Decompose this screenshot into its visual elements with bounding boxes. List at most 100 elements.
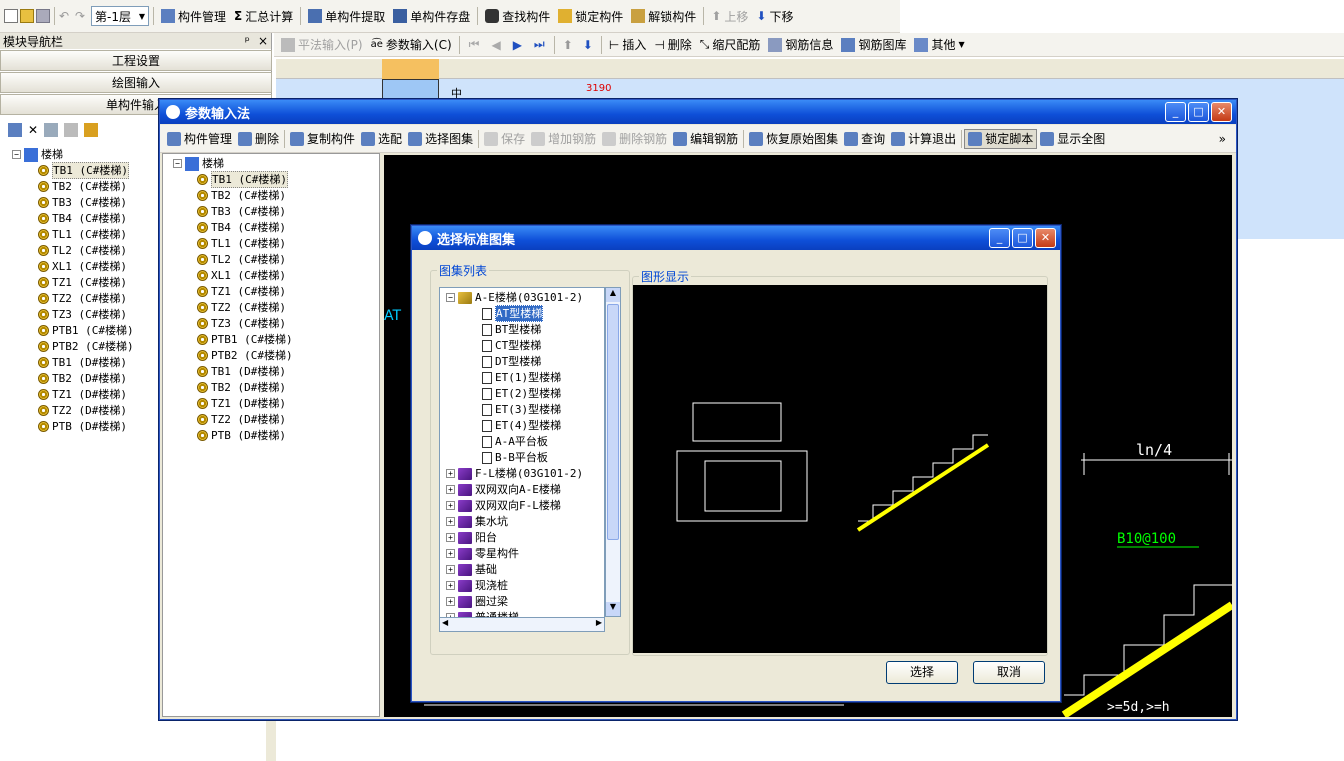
- atlas-group[interactable]: + 双网双向F-L楼梯: [446, 498, 561, 513]
- section-drawing-input[interactable]: 绘图输入: [0, 72, 272, 93]
- expand-icon[interactable]: +: [446, 581, 455, 590]
- dialog-minimize-button[interactable]: _: [989, 228, 1010, 248]
- left-tree-item[interactable]: TB1 (D#楼梯): [38, 355, 127, 370]
- find-component-button[interactable]: 查找构件: [482, 6, 553, 26]
- unlock-component-button[interactable]: 解锁构件: [628, 6, 699, 26]
- delete-icon[interactable]: ✕: [28, 123, 38, 137]
- list-icon[interactable]: [8, 123, 22, 137]
- delete-rebar-button[interactable]: 删除钢筋: [599, 129, 670, 149]
- more-chevron-icon[interactable]: »: [1219, 132, 1226, 146]
- rebar-info-button[interactable]: 钢筋信息: [765, 35, 836, 55]
- move-up-button[interactable]: ⬆ 上移: [708, 6, 751, 26]
- atlas-item[interactable]: B-B平台板: [482, 450, 548, 465]
- atlas-item[interactable]: ET(4)型楼梯: [482, 418, 561, 433]
- single-save-button[interactable]: 单构件存盘: [390, 6, 473, 26]
- atlas-group[interactable]: + 集水坑: [446, 514, 508, 529]
- cancel-button[interactable]: 取消: [973, 661, 1045, 684]
- minimize-button[interactable]: _: [1165, 102, 1186, 122]
- atlas-item[interactable]: ET(1)型楼梯: [482, 370, 561, 385]
- floor-select[interactable]: 第-1层 ▼: [91, 6, 149, 26]
- left-tree-item[interactable]: XL1 (C#楼梯): [38, 259, 127, 274]
- insert-button[interactable]: ⊢ 插入: [606, 35, 649, 55]
- atlas-item[interactable]: A-A平台板: [482, 434, 548, 449]
- param-tree-item[interactable]: TB2 (C#楼梯): [197, 188, 286, 203]
- scroll-right-icon[interactable]: ▶: [596, 618, 602, 627]
- collapse-icon[interactable]: −: [173, 159, 182, 168]
- close-icon[interactable]: ×: [258, 34, 268, 48]
- left-tree-item[interactable]: TZ1 (D#楼梯): [38, 387, 127, 402]
- param-tree-item[interactable]: TZ3 (C#楼梯): [197, 316, 286, 331]
- copy-component-button[interactable]: 复制构件: [287, 129, 358, 149]
- atlas-item[interactable]: ET(2)型楼梯: [482, 386, 561, 401]
- param-tree-root[interactable]: − 楼梯: [173, 156, 224, 171]
- up-icon[interactable]: ⬆: [563, 38, 573, 52]
- param-tree-item[interactable]: PTB (D#楼梯): [197, 428, 286, 443]
- expand-icon[interactable]: +: [446, 501, 455, 510]
- open-folder-icon[interactable]: [20, 9, 34, 23]
- expand-icon[interactable]: +: [446, 549, 455, 558]
- param-tree-item[interactable]: XL1 (C#楼梯): [197, 268, 286, 283]
- left-tree-item[interactable]: TB3 (C#楼梯): [38, 195, 127, 210]
- first-icon[interactable]: ⏮: [469, 37, 480, 52]
- down-icon[interactable]: ⬇: [583, 38, 593, 52]
- atlas-hscrollbar[interactable]: ◀ ▶: [439, 617, 605, 632]
- left-tree-item[interactable]: TL2 (C#楼梯): [38, 243, 127, 258]
- atlas-group-ae[interactable]: − A-E楼梯(03G101-2): [446, 290, 583, 305]
- move-down-button[interactable]: ⬇ 下移: [753, 6, 796, 26]
- param-tree-item[interactable]: TB1 (C#楼梯): [197, 171, 288, 188]
- lock-script-button[interactable]: 锁定脚本: [964, 128, 1038, 149]
- left-tree-item[interactable]: PTB2 (C#楼梯): [38, 339, 134, 354]
- component-manage-button[interactable]: 构件管理: [158, 6, 229, 26]
- atlas-group[interactable]: + 双网双向A-E楼梯: [446, 482, 561, 497]
- component-manage-button[interactable]: 构件管理: [164, 129, 235, 149]
- atlas-group[interactable]: + 基础: [446, 562, 497, 577]
- paste-icon[interactable]: [64, 123, 79, 137]
- left-tree-item[interactable]: PTB1 (C#楼梯): [38, 323, 134, 338]
- save-button[interactable]: 保存: [481, 129, 528, 149]
- collapse-icon[interactable]: −: [12, 150, 21, 159]
- rebar-library-button[interactable]: 钢筋图库: [838, 35, 909, 55]
- atlas-group[interactable]: + 圈过梁: [446, 594, 508, 609]
- other-menu-button[interactable]: 其他 ▼: [911, 35, 967, 55]
- left-tree-item[interactable]: PTB (D#楼梯): [38, 419, 127, 434]
- left-tree-item[interactable]: TB1 (C#楼梯): [38, 162, 129, 179]
- section-project-settings[interactable]: 工程设置: [0, 50, 272, 71]
- atlas-item[interactable]: AT型楼梯: [482, 305, 544, 322]
- left-tree-item[interactable]: TB4 (C#楼梯): [38, 211, 127, 226]
- lock-component-button[interactable]: 锁定构件: [555, 6, 626, 26]
- redo-icon[interactable]: ↷: [75, 9, 89, 23]
- atlas-item[interactable]: CT型楼梯: [482, 338, 541, 353]
- select-button[interactable]: 选择: [886, 661, 958, 684]
- scroll-left-icon[interactable]: ◀: [442, 618, 448, 627]
- select-atlas-button[interactable]: 选择图集: [405, 129, 476, 149]
- restore-atlas-button[interactable]: 恢复原始图集: [746, 129, 841, 149]
- calc-exit-button[interactable]: 计算退出: [888, 129, 959, 149]
- maximize-button[interactable]: □: [1188, 102, 1209, 122]
- last-icon[interactable]: ⏭: [534, 37, 545, 52]
- atlas-group[interactable]: + F-L楼梯(03G101-2): [446, 466, 583, 481]
- left-tree-item[interactable]: TB2 (D#楼梯): [38, 371, 127, 386]
- atlas-vscrollbar[interactable]: ▲ ▼: [605, 287, 621, 617]
- scroll-down-icon[interactable]: ▼: [606, 602, 620, 616]
- collapse-icon[interactable]: −: [446, 293, 455, 302]
- atlas-item[interactable]: ET(3)型楼梯: [482, 402, 561, 417]
- prev-icon[interactable]: ◀: [491, 38, 500, 52]
- param-tree-item[interactable]: TB2 (D#楼梯): [197, 380, 286, 395]
- match-button[interactable]: 选配: [358, 129, 405, 149]
- param-tree-item[interactable]: TZ1 (D#楼梯): [197, 396, 286, 411]
- single-extract-button[interactable]: 单构件提取: [305, 6, 388, 26]
- left-tree-item[interactable]: TZ2 (C#楼梯): [38, 291, 127, 306]
- param-tree-item[interactable]: TB4 (C#楼梯): [197, 220, 286, 235]
- show-all-button[interactable]: 显示全图: [1037, 129, 1108, 149]
- param-tree-item[interactable]: TB3 (C#楼梯): [197, 204, 286, 219]
- param-tree-item[interactable]: TZ1 (C#楼梯): [197, 284, 286, 299]
- dialog-maximize-button[interactable]: □: [1012, 228, 1033, 248]
- atlas-item[interactable]: DT型楼梯: [482, 354, 541, 369]
- left-tree-item[interactable]: TZ1 (C#楼梯): [38, 275, 127, 290]
- save-icon[interactable]: [36, 9, 50, 23]
- atlas-scroll-thumb[interactable]: [607, 304, 619, 540]
- param-tree-item[interactable]: PTB1 (C#楼梯): [197, 332, 293, 347]
- expand-icon[interactable]: +: [446, 597, 455, 606]
- left-tree-item[interactable]: TL1 (C#楼梯): [38, 227, 127, 242]
- param-tree-item[interactable]: PTB2 (C#楼梯): [197, 348, 293, 363]
